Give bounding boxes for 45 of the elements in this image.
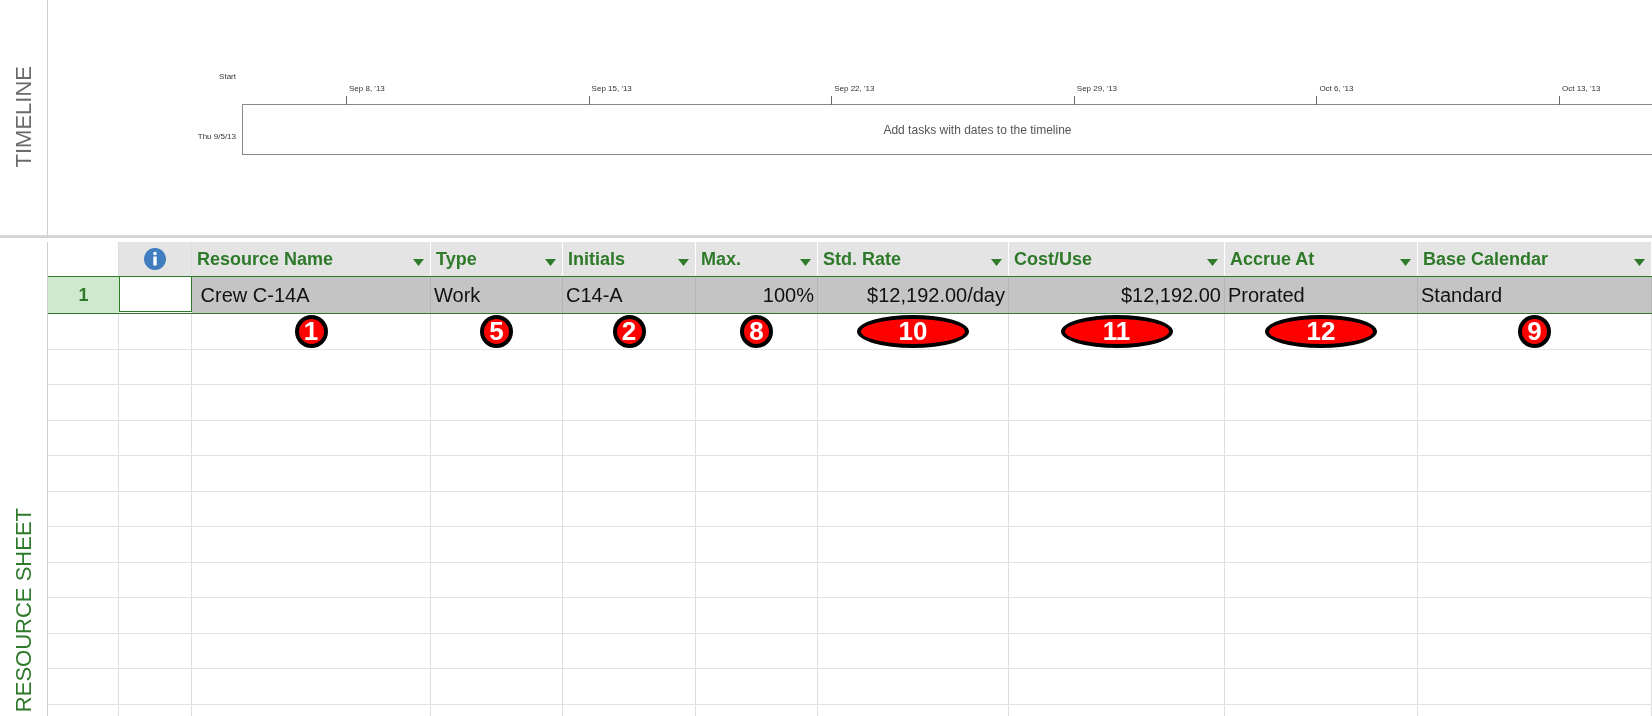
- column-header[interactable]: Type: [431, 242, 563, 276]
- table-cell: $12,192.00: [1009, 277, 1225, 313]
- number-marker: 2: [612, 314, 646, 348]
- start-date: Thu 9/5/13: [197, 132, 236, 141]
- number-marker: 8: [740, 314, 773, 348]
- date-tick-label: Sep 29, '13: [1076, 84, 1118, 93]
- date-tick-label: Oct 6, '13: [1319, 84, 1354, 93]
- number-marker: 5: [480, 314, 513, 348]
- date-tick-label: Sep 22, '13: [834, 84, 875, 93]
- dropdown-arrow-icon[interactable]: [991, 258, 1002, 266]
- column-header[interactable]: Cost/Use: [1009, 242, 1225, 276]
- dropdown-arrow-icon[interactable]: [1207, 258, 1218, 266]
- dropdown-arrow-icon[interactable]: [800, 258, 811, 266]
- timeline-label: TIMELINE: [10, 65, 37, 167]
- number-marker: 1: [294, 314, 328, 348]
- dropdown-arrow-icon[interactable]: [413, 258, 424, 266]
- column-header[interactable]: Max.: [696, 242, 818, 276]
- table-cell: Work: [431, 277, 563, 313]
- timeline-hint: Add tasks with dates to the timeline: [883, 122, 1072, 137]
- number-marker: 12: [1265, 314, 1377, 348]
- column-header[interactable]: Accrue At: [1225, 242, 1418, 276]
- resource-sheet-label: RESOURCE SHEET: [10, 507, 37, 712]
- date-tick-label: Sep 15, '13: [591, 84, 632, 93]
- column-header[interactable]: Initials: [563, 242, 696, 276]
- row-number[interactable]: 1: [48, 277, 119, 313]
- table-cell: Standard: [1418, 277, 1652, 313]
- dropdown-arrow-icon[interactable]: [678, 258, 689, 266]
- column-header[interactable]: Base Calendar: [1418, 242, 1652, 276]
- dropdown-arrow-icon[interactable]: [1634, 258, 1645, 266]
- table-cell: Crew C-14A: [192, 277, 431, 313]
- date-tick-label: Oct 13, '13: [1562, 84, 1601, 93]
- column-header[interactable]: Std. Rate: [818, 242, 1009, 276]
- dropdown-arrow-icon[interactable]: [545, 258, 556, 266]
- table-cell: 100%: [696, 277, 818, 313]
- table-cell: $12,192.00/day: [818, 277, 1009, 313]
- dropdown-arrow-icon[interactable]: [1400, 258, 1411, 266]
- number-marker: 10: [857, 314, 969, 348]
- number-marker: 9: [1518, 314, 1551, 348]
- date-tick-label: Sep 8, '13: [349, 84, 385, 93]
- table-cell: Prorated: [1225, 277, 1418, 313]
- table-cell: C14-A: [563, 277, 696, 313]
- info-icon: [143, 247, 167, 271]
- number-marker: 11: [1060, 314, 1173, 348]
- column-header[interactable]: Resource Name: [192, 242, 431, 276]
- start-label: Start: [219, 72, 236, 81]
